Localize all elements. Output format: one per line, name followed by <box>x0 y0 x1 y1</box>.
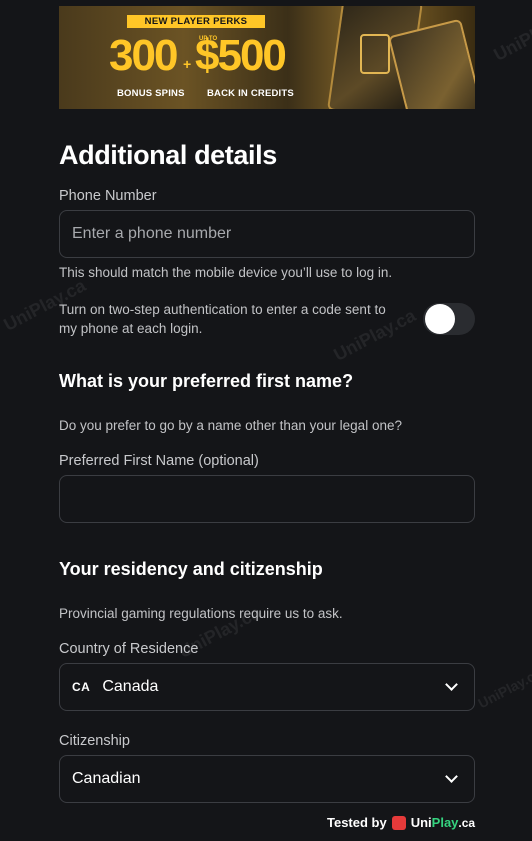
spins-label: BONUS SPINS <box>117 88 185 99</box>
watermark: UniPlay.ca <box>490 5 532 65</box>
credits-value: $500 <box>195 31 287 80</box>
brand-uni: Uni <box>410 815 432 830</box>
tested-by-text: Tested by <box>327 815 387 830</box>
maple-leaf-icon <box>391 815 406 830</box>
promo-banner[interactable]: NEW PLAYER PERKS 300 + UP TO $500 BONUS … <box>59 6 475 109</box>
country-label: Country of Residence <box>59 641 199 657</box>
preferred-name-input[interactable] <box>59 475 475 523</box>
brand-tld: .ca <box>458 816 476 830</box>
phone-label: Phone Number <box>59 188 157 204</box>
page-title: Additional details <box>59 140 277 170</box>
citizenship-select[interactable]: Canadian <box>59 755 475 803</box>
two-step-toggle[interactable] <box>423 303 475 335</box>
preferred-name-label: Preferred First Name (optional) <box>59 453 259 469</box>
citizenship-label: Citizenship <box>59 733 130 749</box>
phone-help: This should match the mobile device you’… <box>59 265 393 280</box>
crest-icon <box>360 34 390 74</box>
watermark: UniPlay.ca <box>475 664 532 712</box>
toggle-knob <box>425 304 455 334</box>
tested-by-badge: Tested by UniPlay.ca <box>327 815 475 830</box>
spins-value: 300 <box>109 31 178 80</box>
residency-heading: Your residency and citizenship <box>59 559 323 579</box>
chevron-down-icon <box>445 770 458 783</box>
citizenship-value: Canadian <box>72 770 141 787</box>
preferred-name-heading: What is your preferred first name? <box>59 371 354 391</box>
residency-help: Provincial gaming regulations require us… <box>59 606 343 621</box>
plus-sign: + <box>183 56 192 72</box>
credits-label: BACK IN CREDITS <box>207 88 294 99</box>
chevron-down-icon <box>445 678 458 691</box>
perk-tag: NEW PLAYER PERKS <box>127 15 265 28</box>
country-select[interactable]: CA Canada <box>59 663 475 711</box>
phone-input[interactable] <box>59 210 475 258</box>
preferred-name-question: Do you prefer to go by a name other than… <box>59 418 402 433</box>
country-value: Canada <box>102 678 159 695</box>
country-flag-code: CA <box>72 680 91 694</box>
two-step-text: Turn on two-step authentication to enter… <box>59 302 386 336</box>
brand-play: Play <box>431 815 459 830</box>
